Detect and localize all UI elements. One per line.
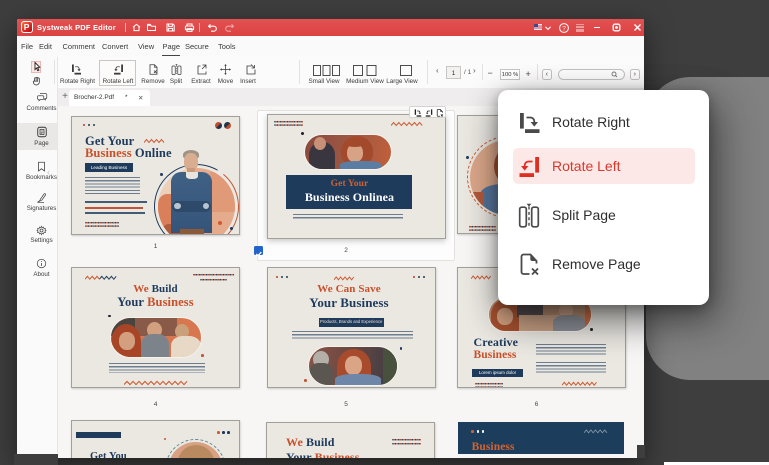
svg-text:?: ? (562, 25, 566, 32)
